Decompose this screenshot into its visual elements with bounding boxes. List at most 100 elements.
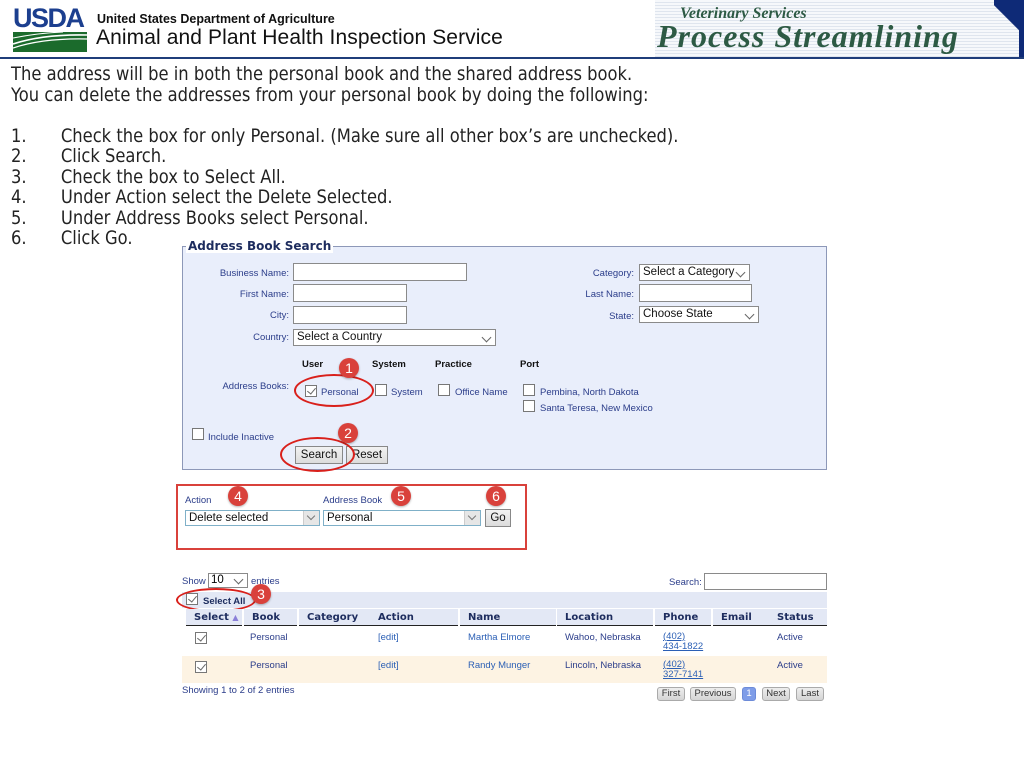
row-edit-link[interactable]: [edit] xyxy=(370,628,399,655)
address-book-select[interactable]: Personal xyxy=(323,510,481,526)
state-label: State: xyxy=(609,311,634,322)
country-select[interactable]: Select a Country xyxy=(293,329,496,346)
column-header-action[interactable]: Action xyxy=(370,609,458,626)
action-label: Action xyxy=(185,495,212,506)
row-phone[interactable]: (402) 327-7141 xyxy=(655,656,703,683)
step-number: 5. xyxy=(11,206,27,229)
step-text: Under Action select the Delete Selected. xyxy=(60,186,393,209)
agency-name: Animal and Plant Health Inspection Servi… xyxy=(96,26,503,49)
select-all-bar xyxy=(182,592,827,608)
chevron-down-icon xyxy=(233,574,244,585)
first-name-input[interactable] xyxy=(293,284,407,302)
address-book-label: Address Book xyxy=(323,495,383,506)
pembina-checkbox[interactable] xyxy=(523,384,535,396)
row-status: Active xyxy=(777,660,803,671)
panel-legend: Address Book Search xyxy=(186,239,334,253)
department-name: United States Department of Agriculture xyxy=(97,12,335,26)
category-select[interactable]: Select a Category xyxy=(639,264,750,281)
column-header-name[interactable]: Name xyxy=(460,609,556,626)
group-header-user: User xyxy=(302,359,324,370)
group-header-port: Port xyxy=(520,359,539,370)
row-select-checkbox[interactable] xyxy=(195,632,207,644)
last-name-input[interactable] xyxy=(639,284,752,302)
table-info: Showing 1 to 2 of 2 entries xyxy=(182,685,295,696)
system-checkbox[interactable] xyxy=(375,384,387,396)
row-phone-number[interactable]: 434-1822 xyxy=(663,642,703,652)
category-label: Category: xyxy=(592,268,634,279)
callout-badge-6: 6 xyxy=(486,486,506,506)
step-item: 5. Under Address Books select Personal. xyxy=(11,206,678,229)
pagination-previous[interactable]: Previous xyxy=(690,687,736,701)
system-checkbox-label: System xyxy=(391,387,423,398)
step-number: 6. xyxy=(11,227,27,250)
chevron-down-icon xyxy=(303,511,319,525)
include-inactive-label: Include Inactive xyxy=(208,432,275,443)
go-button[interactable]: Go xyxy=(485,509,511,527)
address-book-select-value: Personal xyxy=(327,512,373,524)
business-name-label: Business Name: xyxy=(219,268,289,279)
callout-badge-3: 3 xyxy=(251,584,271,604)
include-inactive-checkbox[interactable] xyxy=(192,428,204,440)
intro-line-1: The address will be in both the personal… xyxy=(11,63,633,85)
pagination-next[interactable]: Next xyxy=(762,687,790,701)
usda-logo-text: USDA xyxy=(13,3,85,33)
column-header-select[interactable]: Select ▲ xyxy=(186,609,242,626)
row-location: Wahoo, Nebraska xyxy=(565,632,641,643)
action-select[interactable]: Delete selected xyxy=(185,510,320,526)
chevron-down-icon xyxy=(481,332,492,343)
office-name-checkbox[interactable] xyxy=(438,384,450,396)
step-number: 2. xyxy=(11,145,27,168)
column-header-email[interactable]: Email xyxy=(713,609,769,626)
office-name-checkbox-label: Office Name xyxy=(455,387,508,398)
step-item: 4. Under Action select the Delete Selecte… xyxy=(11,186,678,209)
callout-badge-4: 4 xyxy=(228,486,248,506)
state-select[interactable]: Choose State xyxy=(639,306,759,323)
table-search-input[interactable] xyxy=(704,573,827,590)
row-location: Lincoln, Nebraska xyxy=(565,660,642,671)
step-item: 3. Check the box to Select All. xyxy=(11,166,678,187)
last-name-label: Last Name: xyxy=(585,289,634,300)
table-header: Select ▲ Book Category Action Name Locat… xyxy=(182,609,827,626)
banner-title: Process Streamlining xyxy=(657,18,959,54)
step-list: 1. Check the box for only Personal. (Make… xyxy=(11,125,679,250)
callout-badge-2: 2 xyxy=(338,423,358,443)
callout-badge-1: 1 xyxy=(339,358,359,378)
pembina-checkbox-label: Pembina, North Dakota xyxy=(540,387,639,398)
row-name-link[interactable]: Randy Munger xyxy=(460,656,530,683)
row-name-link[interactable]: Martha Elmore xyxy=(460,628,530,655)
group-header-practice: Practice xyxy=(435,359,472,370)
row-book: Personal xyxy=(250,632,288,643)
column-header-phone[interactable]: Phone xyxy=(655,609,711,626)
santa-teresa-checkbox[interactable] xyxy=(523,400,535,412)
business-name-input[interactable] xyxy=(293,263,467,281)
row-phone[interactable]: (402) 434-1822 xyxy=(655,628,703,655)
table-row: Personal [edit] Randy Munger Lincoln, Ne… xyxy=(182,656,827,683)
santa-teresa-checkbox-label: Santa Teresa, New Mexico xyxy=(540,403,653,414)
sort-asc-icon: ▲ xyxy=(232,613,239,622)
column-header-status[interactable]: Status xyxy=(769,609,827,626)
column-header-book[interactable]: Book xyxy=(244,609,297,626)
page-length-value: 10 xyxy=(211,574,224,586)
callout-ring-personal xyxy=(294,374,374,407)
chevron-down-icon xyxy=(464,511,480,525)
table-row: Personal [edit] Martha Elmore Wahoo, Neb… xyxy=(182,628,827,655)
row-edit-link[interactable]: [edit] xyxy=(370,656,399,683)
column-header-location[interactable]: Location xyxy=(557,609,653,626)
page-length-select[interactable]: 10 xyxy=(208,573,248,588)
row-phone-number[interactable]: 327-7141 xyxy=(663,670,703,680)
step-number: 4. xyxy=(11,186,27,209)
pagination-first[interactable]: First xyxy=(657,687,685,701)
pagination-page-1[interactable]: 1 xyxy=(742,687,756,701)
column-header-category[interactable]: Category xyxy=(299,609,373,626)
step-number: 1. xyxy=(11,125,27,147)
step-text: Check the box for only Personal. (Make s… xyxy=(60,125,679,147)
banner-edge xyxy=(1019,0,1024,57)
row-select-checkbox[interactable] xyxy=(195,661,207,673)
row-category xyxy=(299,656,307,683)
pagination-last[interactable]: Last xyxy=(796,687,824,701)
step-text: Click Search. xyxy=(60,145,167,168)
city-input[interactable] xyxy=(293,306,407,324)
table-search-label: Search: xyxy=(669,577,702,588)
intro-line-2: You can delete the addresses from your p… xyxy=(11,84,649,106)
intro-text: The address will be in both the personal… xyxy=(11,64,649,106)
